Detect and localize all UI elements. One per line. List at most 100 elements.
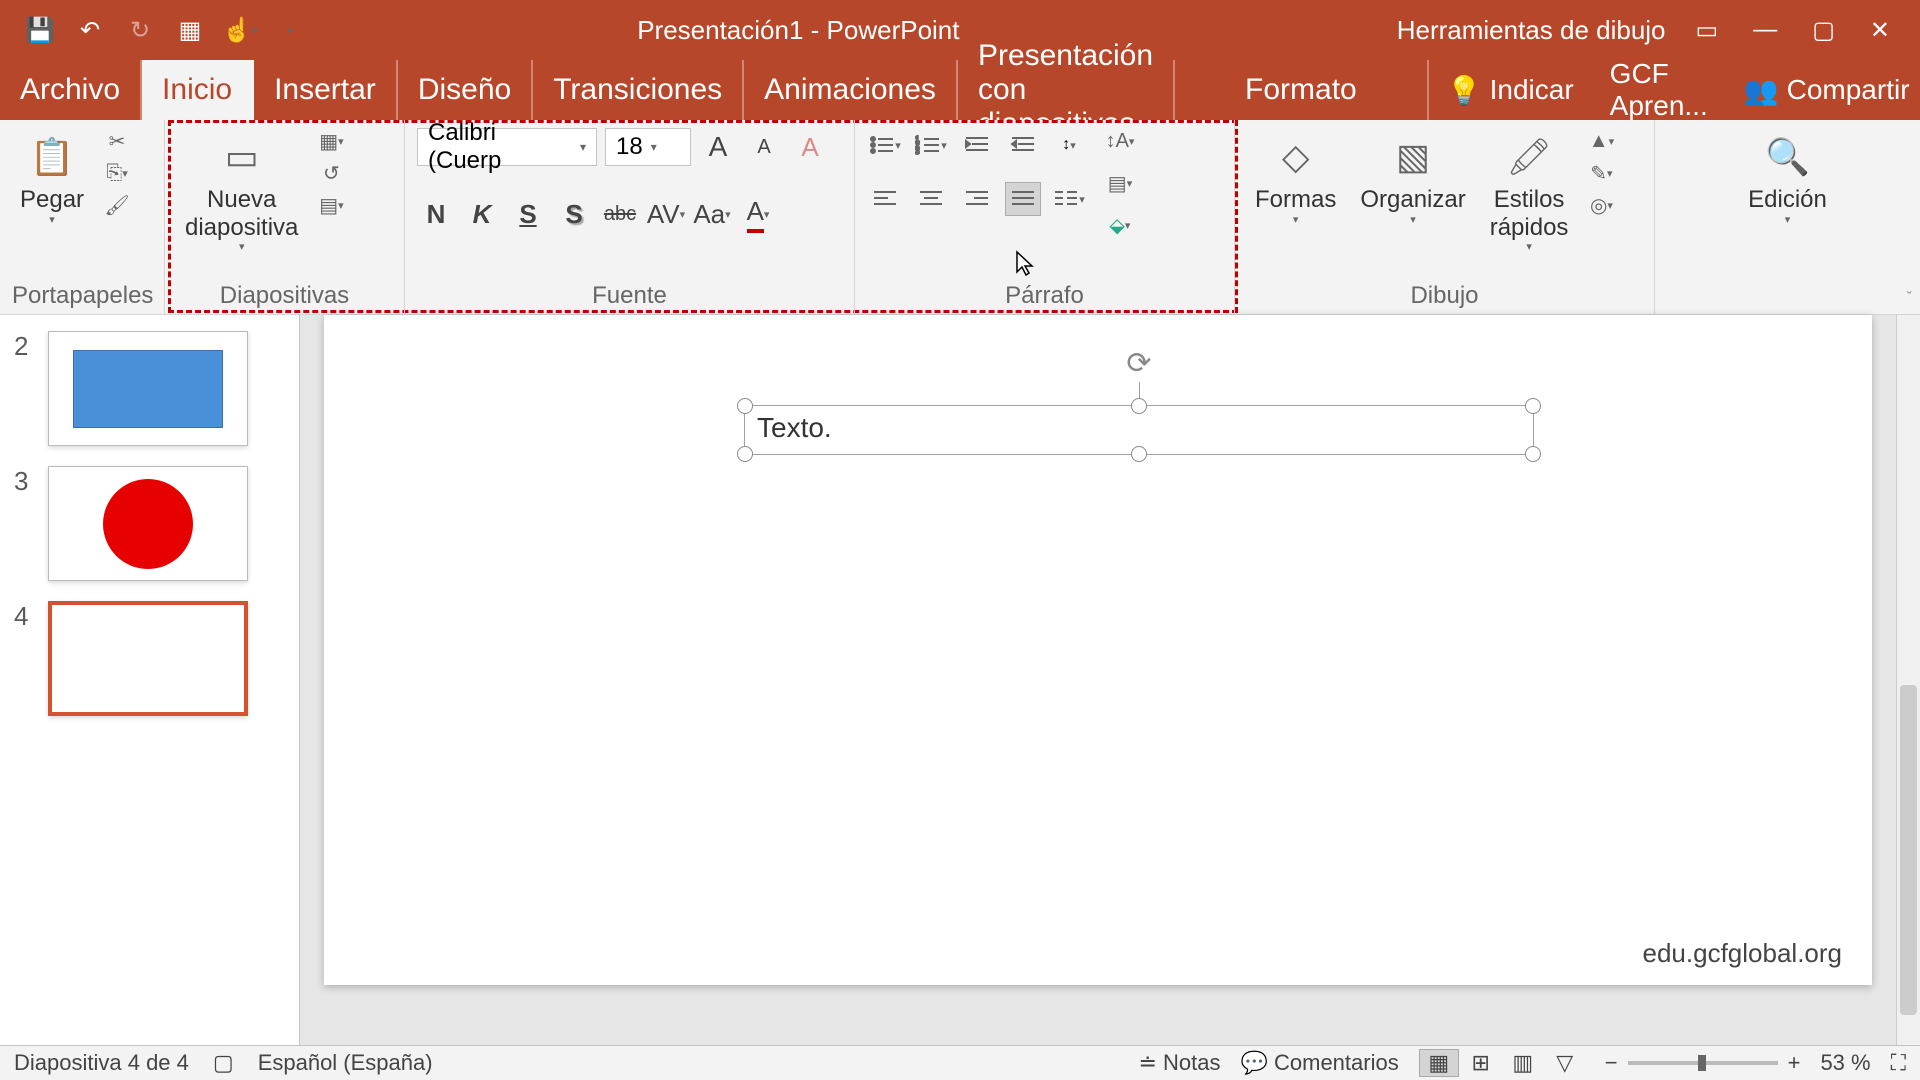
slide-thumbnails-panel[interactable]: 2 3 4 bbox=[0, 315, 300, 1045]
italic-button[interactable]: K bbox=[463, 196, 501, 232]
align-center-icon[interactable] bbox=[913, 182, 949, 216]
numbering-icon[interactable]: 123▾ bbox=[913, 128, 949, 162]
slide-thumb-2[interactable] bbox=[48, 331, 248, 446]
align-left-icon[interactable] bbox=[867, 182, 903, 216]
close-icon[interactable]: ✕ bbox=[1870, 16, 1890, 45]
underline-button[interactable]: S bbox=[509, 196, 547, 232]
paste-button[interactable]: 📋 Pegar ▾ bbox=[12, 128, 92, 230]
zoom-slider[interactable]: − + bbox=[1605, 1050, 1801, 1076]
columns-icon[interactable]: ▾ bbox=[1051, 182, 1087, 216]
touch-mode-icon[interactable]: ☝▾ bbox=[225, 15, 255, 45]
resize-handle[interactable] bbox=[1525, 398, 1541, 414]
minimize-icon[interactable]: — bbox=[1753, 16, 1777, 45]
scrollbar-thumb[interactable] bbox=[1900, 685, 1917, 1015]
rotate-handle-icon[interactable]: ⟳ bbox=[1120, 344, 1158, 382]
editing-button[interactable]: 🔍 Edición▾ bbox=[1740, 128, 1835, 230]
vertical-scrollbar[interactable] bbox=[1896, 315, 1920, 1045]
tab-inicio[interactable]: Inicio bbox=[142, 60, 254, 120]
shape-fill-icon[interactable]: ▲▾ bbox=[1584, 128, 1618, 154]
shadow-button[interactable]: S bbox=[555, 196, 593, 232]
shrink-font-icon[interactable]: A bbox=[745, 129, 783, 165]
ribbon-display-icon[interactable]: ▭ bbox=[1696, 16, 1719, 45]
zoom-in-icon[interactable]: + bbox=[1788, 1050, 1801, 1076]
maximize-icon[interactable]: ▢ bbox=[1812, 16, 1835, 45]
text-box[interactable]: ⟳ Texto. bbox=[744, 405, 1534, 455]
grow-font-icon[interactable]: A bbox=[699, 129, 737, 165]
font-color-button[interactable]: A▾ bbox=[739, 196, 777, 232]
save-icon[interactable]: 💾 bbox=[25, 15, 55, 45]
shapes-button[interactable]: ◇ Formas▾ bbox=[1247, 128, 1344, 230]
tab-transiciones[interactable]: Transiciones bbox=[533, 60, 744, 120]
quick-styles-button[interactable]: 🖍 Estilos rápidos▾ bbox=[1482, 128, 1577, 258]
change-case-button[interactable]: Aa▾ bbox=[693, 196, 731, 232]
sorter-view-icon[interactable]: ⊞ bbox=[1461, 1049, 1501, 1077]
share-button[interactable]: 👥 Compartir bbox=[1726, 74, 1920, 107]
bullets-icon[interactable]: ▾ bbox=[867, 128, 903, 162]
tab-animaciones[interactable]: Animaciones bbox=[744, 60, 958, 120]
undo-icon[interactable]: ↶ bbox=[75, 15, 105, 45]
align-right-icon[interactable] bbox=[959, 182, 995, 216]
redo-icon[interactable]: ↻ bbox=[125, 15, 155, 45]
comments-button[interactable]: 💬 Comentarios bbox=[1240, 1050, 1398, 1076]
cut-icon[interactable]: ✂ bbox=[100, 128, 134, 154]
thumbnail-row[interactable]: 2 bbox=[0, 321, 299, 456]
smartart-icon[interactable]: ⬙▾ bbox=[1103, 212, 1137, 238]
slide-editor[interactable]: ⟳ Texto. edu.gcfglobal.org bbox=[300, 315, 1896, 1045]
clear-formatting-icon[interactable]: A bbox=[791, 129, 829, 165]
tab-archivo[interactable]: Archivo bbox=[0, 60, 142, 120]
zoom-track[interactable] bbox=[1628, 1061, 1778, 1065]
spellcheck-icon[interactable]: ▢ bbox=[213, 1050, 234, 1076]
font-size-combo[interactable]: 18▾ bbox=[605, 128, 691, 166]
reading-view-icon[interactable]: ▥ bbox=[1503, 1049, 1543, 1077]
section-icon[interactable]: ▤▾ bbox=[314, 192, 348, 218]
resize-handle[interactable] bbox=[737, 398, 753, 414]
resize-handle[interactable] bbox=[737, 446, 753, 462]
zoom-thumb[interactable] bbox=[1698, 1055, 1706, 1071]
align-text-icon[interactable]: ▤▾ bbox=[1103, 170, 1137, 196]
copy-icon[interactable]: ⎘▾ bbox=[100, 160, 134, 186]
slide-indicator[interactable]: Diapositiva 4 de 4 bbox=[14, 1050, 189, 1076]
reset-icon[interactable]: ↺ bbox=[314, 160, 348, 186]
slide-number: 3 bbox=[14, 466, 34, 497]
shape-outline-icon[interactable]: ✎▾ bbox=[1584, 160, 1618, 186]
new-slide-button[interactable]: ▭ Nueva diapositiva▾ bbox=[177, 128, 306, 258]
arrange-button[interactable]: ▧ Organizar▾ bbox=[1352, 128, 1473, 230]
slide-canvas[interactable]: ⟳ Texto. edu.gcfglobal.org bbox=[324, 315, 1872, 985]
bold-button[interactable]: N bbox=[417, 196, 455, 232]
thumbnail-row[interactable]: 3 bbox=[0, 456, 299, 591]
fit-window-icon[interactable]: ⛶ bbox=[1891, 1050, 1906, 1076]
qat-customize-icon[interactable]: ▾ bbox=[275, 15, 305, 45]
zoom-out-icon[interactable]: − bbox=[1605, 1050, 1618, 1076]
normal-view-icon[interactable]: ▦ bbox=[1419, 1049, 1459, 1077]
font-name-combo[interactable]: Calibri (Cuerp▾ bbox=[417, 128, 597, 166]
tab-diseno[interactable]: Diseño bbox=[398, 60, 533, 120]
justify-icon[interactable] bbox=[1005, 182, 1041, 216]
language-indicator[interactable]: Español (España) bbox=[258, 1050, 433, 1076]
resize-handle[interactable] bbox=[1131, 446, 1147, 462]
layout-icon[interactable]: ▦▾ bbox=[314, 128, 348, 154]
tab-presentacion[interactable]: Presentación con diapositivas bbox=[958, 60, 1175, 120]
shape-effects-icon[interactable]: ◎▾ bbox=[1584, 192, 1618, 218]
slide-thumb-4[interactable] bbox=[48, 601, 248, 716]
char-spacing-button[interactable]: AV▾ bbox=[647, 196, 685, 232]
tab-insertar[interactable]: Insertar bbox=[254, 60, 398, 120]
strike-button[interactable]: abc bbox=[601, 196, 639, 232]
line-spacing-icon[interactable]: ↕▾ bbox=[1051, 128, 1087, 162]
collapse-ribbon-icon[interactable]: ˇ bbox=[1907, 290, 1912, 308]
gcf-button[interactable]: GCF Apren... bbox=[1592, 58, 1726, 122]
slideshow-start-icon[interactable]: ▦ bbox=[175, 15, 205, 45]
increase-indent-icon[interactable] bbox=[1005, 128, 1041, 162]
tab-formato[interactable]: Formato bbox=[1175, 60, 1429, 120]
format-painter-icon[interactable]: 🖌 bbox=[100, 192, 134, 218]
notes-button[interactable]: ≐ Notas bbox=[1138, 1050, 1220, 1076]
decrease-indent-icon[interactable] bbox=[959, 128, 995, 162]
resize-handle[interactable] bbox=[1525, 446, 1541, 462]
zoom-level[interactable]: 53 % bbox=[1820, 1050, 1870, 1076]
tell-me-button[interactable]: 💡 Indicar bbox=[1429, 74, 1592, 107]
slide-thumb-3[interactable] bbox=[48, 466, 248, 581]
slideshow-view-icon[interactable]: ▽ bbox=[1545, 1049, 1585, 1077]
text-direction-icon[interactable]: ↕A▾ bbox=[1103, 128, 1137, 154]
thumbnail-row[interactable]: 4 bbox=[0, 591, 299, 726]
resize-handle[interactable] bbox=[1131, 398, 1147, 414]
new-slide-label: Nueva diapositiva bbox=[185, 186, 298, 241]
